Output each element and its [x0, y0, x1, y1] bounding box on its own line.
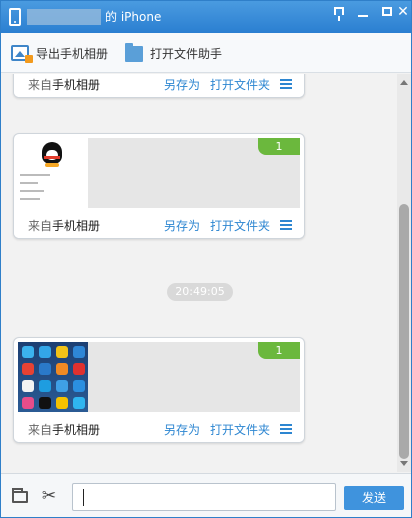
message-card: 1 来自手机相册 另存为 打开文件夹 — [13, 337, 305, 443]
phone-icon — [9, 8, 21, 26]
app-icon — [73, 397, 85, 409]
scissors-icon[interactable]: ✂ — [40, 486, 58, 506]
timestamp-badge: 20:49:05 — [167, 283, 233, 301]
scroll-down-arrow-icon[interactable] — [400, 461, 408, 466]
open-folder-link[interactable]: 打开文件夹 — [210, 217, 270, 234]
qq-screenshot-thumbnail[interactable] — [18, 138, 88, 208]
open-file-helper-button[interactable]: 打开文件助手 — [125, 43, 222, 63]
export-album-label: 导出手机相册 — [36, 46, 109, 61]
close-icon: ✕ — [397, 4, 409, 20]
thumb-line — [20, 182, 38, 184]
message-footer: 来自手机相册 另存为 打开文件夹 — [14, 212, 304, 238]
scrollbar-thumb[interactable] — [399, 204, 409, 459]
save-as-link[interactable]: 另存为 — [164, 76, 200, 93]
app-icon — [56, 380, 68, 392]
app-icon — [22, 380, 34, 392]
message-card: 1 来自手机相册 另存为 打开文件夹 — [13, 133, 305, 239]
thumb-line — [20, 198, 40, 200]
message-source: 来自手机相册 — [28, 219, 101, 233]
app-icon — [39, 363, 51, 375]
app-icon — [39, 346, 51, 358]
open-file-helper-label: 打开文件助手 — [150, 46, 223, 61]
chat-area[interactable]: 来自手机相册 另存为 打开文件夹 1 来自手机相册 另存为 打开文件夹 20:4… — [1, 74, 397, 472]
maximize-button[interactable] — [377, 3, 397, 21]
export-album-button[interactable]: 导出手机相册 — [11, 43, 108, 63]
vertical-scrollbar[interactable] — [397, 74, 411, 472]
compose-bar: ✂ 发送 — [1, 473, 411, 517]
toolbar: 导出手机相册 打开文件助手 — [1, 33, 411, 73]
window-title: 的 iPhone — [105, 10, 162, 24]
save-as-link[interactable]: 另存为 — [164, 217, 200, 234]
menu-icon[interactable] — [280, 220, 292, 230]
minimize-button[interactable] — [353, 3, 373, 21]
maximize-icon — [382, 7, 392, 16]
app-icon — [39, 380, 51, 392]
pin-icon — [334, 7, 344, 21]
scroll-up-arrow-icon[interactable] — [400, 80, 408, 85]
message-footer: 来自手机相册 另存为 打开文件夹 — [14, 416, 304, 442]
app-icon — [73, 363, 85, 375]
message-card: 来自手机相册 另存为 打开文件夹 — [13, 74, 305, 98]
app-window: 的 iPhone ✕ 导出手机相册 打开文件助手 来自手机相册 另存为 打开文件… — [0, 0, 412, 518]
image-preview[interactable]: 1 — [18, 138, 300, 208]
minimize-icon — [358, 15, 368, 17]
message-input[interactable] — [72, 483, 336, 511]
open-folder-link[interactable]: 打开文件夹 — [210, 421, 270, 438]
picture-icon — [11, 45, 33, 63]
app-icon — [73, 380, 85, 392]
app-icon — [56, 397, 68, 409]
app-icon — [56, 346, 68, 358]
message-source: 来自手机相册 — [28, 78, 101, 92]
title-bar: 的 iPhone ✕ — [1, 1, 411, 33]
message-source: 来自手机相册 — [28, 423, 101, 437]
thumb-line — [20, 174, 50, 176]
image-count-badge: 1 — [258, 342, 300, 359]
save-as-link[interactable]: 另存为 — [164, 421, 200, 438]
app-icon — [22, 363, 34, 375]
qq-scarf — [44, 156, 60, 159]
image-preview[interactable]: 1 — [18, 342, 300, 412]
menu-icon[interactable] — [280, 79, 292, 89]
message-footer: 来自手机相册 另存为 打开文件夹 — [14, 74, 304, 97]
open-folder-link[interactable]: 打开文件夹 — [210, 76, 270, 93]
app-icon — [22, 397, 34, 409]
image-count-badge: 1 — [258, 138, 300, 155]
app-icon — [73, 346, 85, 358]
thumb-line — [20, 190, 44, 192]
send-button[interactable]: 发送 — [344, 486, 404, 510]
app-icon — [22, 346, 34, 358]
iphone-homescreen-thumbnail[interactable] — [18, 342, 88, 412]
text-caret — [83, 489, 84, 506]
qq-penguin-logo — [42, 142, 62, 167]
menu-icon[interactable] — [280, 424, 292, 434]
send-file-folder-icon[interactable] — [12, 488, 28, 503]
close-button[interactable]: ✕ — [395, 3, 411, 21]
folder-icon — [125, 43, 143, 62]
app-icon — [39, 397, 51, 409]
app-icon — [56, 363, 68, 375]
redacted-device-name — [27, 9, 101, 25]
pin-button[interactable] — [329, 3, 349, 21]
